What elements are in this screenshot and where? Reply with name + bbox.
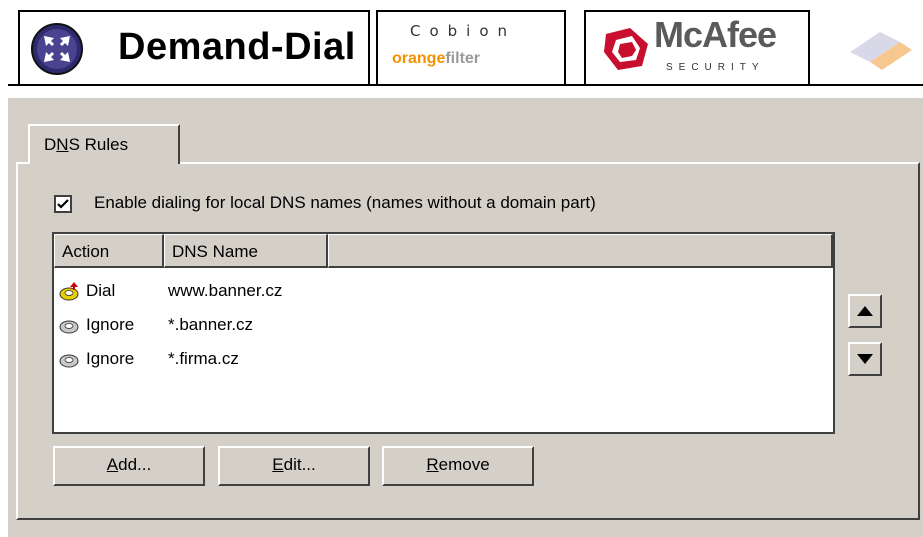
demand-dial-logo: Demand-Dial [18, 10, 370, 86]
column-header-empty[interactable] [328, 234, 833, 268]
add-button[interactable]: Add... [53, 446, 205, 486]
list-item[interactable]: Ignore *.banner.cz [56, 308, 826, 342]
mcafee-security-label: SECURITY [666, 62, 765, 73]
orangefilter-part2: filter [445, 50, 481, 67]
move-down-button[interactable] [848, 342, 882, 376]
move-up-button[interactable] [848, 294, 882, 328]
tab-dns-rules[interactable]: DNS Rules [28, 124, 180, 164]
header-banner: Demand-Dial Cobion orangefilter McAfee S… [0, 0, 923, 98]
dns-rules-list[interactable]: Action DNS Name Dial www.banner.cz Ignor… [52, 232, 835, 434]
column-header-dns-name[interactable]: DNS Name [164, 234, 328, 268]
mcafee-shield-icon [604, 28, 648, 70]
checkmark-icon [57, 199, 69, 209]
cobion-logo: Cobion orangefilter [376, 10, 566, 86]
list-item[interactable]: Dial www.banner.cz [56, 274, 826, 308]
app-title: Demand-Dial [118, 26, 356, 68]
header-divider [8, 84, 923, 86]
demand-dial-icon [31, 23, 83, 75]
ignore-phone-icon [59, 354, 79, 368]
main-panel: DNS Rules Enable dialing for local DNS n… [8, 98, 923, 537]
list-item[interactable]: Ignore *.firma.cz [56, 342, 826, 376]
ignore-phone-icon [59, 320, 79, 334]
enable-dialing-label[interactable]: Enable dialing for local DNS names (name… [94, 193, 596, 213]
decorative-chevron-icon [850, 32, 912, 70]
cobion-brand: Cobion [410, 22, 517, 40]
arrow-up-icon [857, 306, 873, 316]
tab-label: DNS Rules [44, 135, 129, 154]
arrow-down-icon [857, 354, 873, 364]
enable-dialing-checkbox[interactable] [54, 195, 72, 213]
orangefilter-part1: orange [392, 50, 446, 67]
remove-button[interactable]: Remove [382, 446, 534, 486]
orangefilter-wordmark: orangefilter [392, 50, 480, 68]
dial-phone-icon [59, 282, 79, 301]
mcafee-brand: McAfee [654, 14, 777, 55]
cobion-sun-icon [396, 23, 402, 35]
mcafee-logo: McAfee SECURITY [584, 10, 810, 86]
edit-button[interactable]: Edit... [218, 446, 370, 486]
column-header-action[interactable]: Action [54, 234, 164, 268]
